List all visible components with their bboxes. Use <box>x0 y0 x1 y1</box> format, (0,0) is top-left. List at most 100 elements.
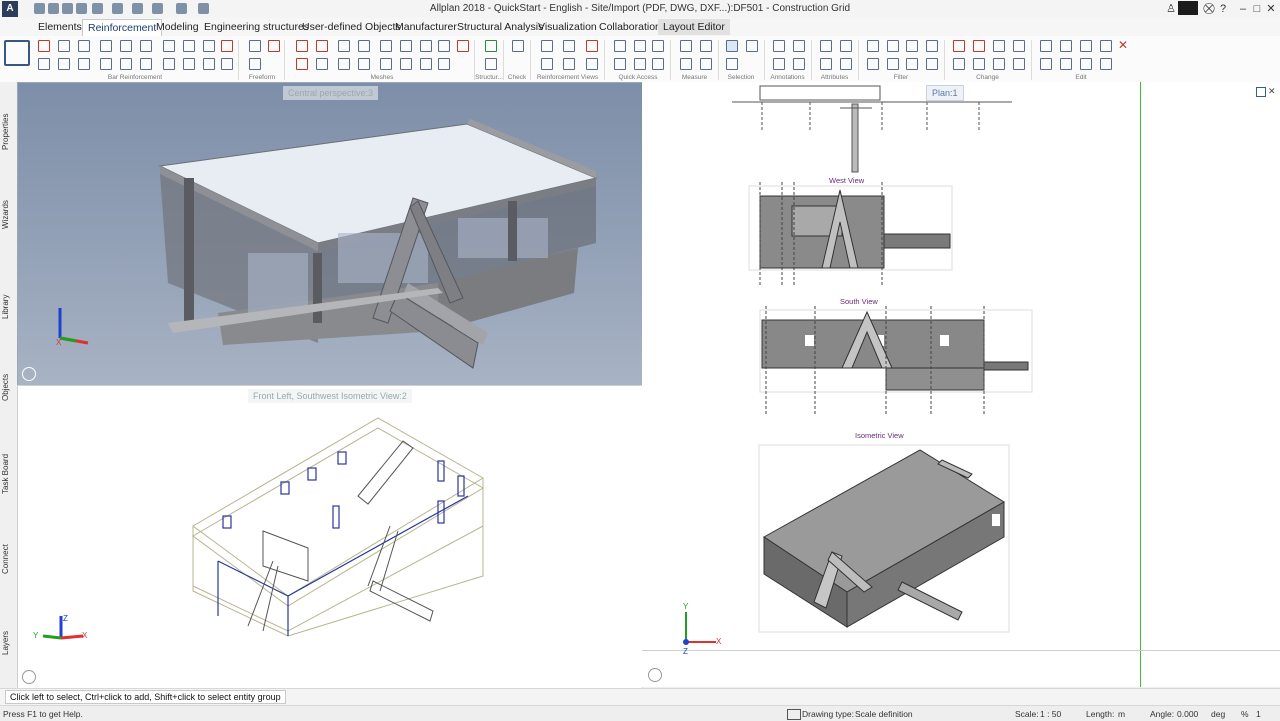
viewport-nav-icon[interactable] <box>22 670 36 684</box>
reinforcement-main-icon[interactable] <box>4 40 30 66</box>
line-icon[interactable] <box>614 40 626 52</box>
bar-row2i-icon[interactable] <box>203 58 215 70</box>
filter-row2b-icon[interactable] <box>887 58 899 70</box>
viewport-central-perspective[interactable]: Central perspective:3 X <box>17 82 643 386</box>
maximize-viewport-icon[interactable] <box>1256 87 1266 97</box>
mesh-row2e-icon[interactable] <box>380 58 392 70</box>
change-row2d-icon[interactable] <box>1013 58 1025 70</box>
measure-icon[interactable] <box>680 40 692 52</box>
tab-modeling[interactable]: Modeling <box>151 19 204 35</box>
change4-icon[interactable] <box>1013 40 1025 52</box>
mesh-row2c-icon[interactable] <box>338 58 350 70</box>
reinf-view-icon[interactable] <box>541 40 553 52</box>
edit-rotate-icon[interactable] <box>1080 40 1092 52</box>
filter2-icon[interactable] <box>887 40 899 52</box>
attribute-row2-icon[interactable] <box>820 58 832 70</box>
reinf-view-row2-icon[interactable] <box>541 58 553 70</box>
edit-copy-icon[interactable] <box>1040 40 1052 52</box>
bar-circle-icon[interactable] <box>203 40 215 52</box>
bar-place-icon[interactable] <box>100 40 112 52</box>
bar-row2g-icon[interactable] <box>163 58 175 70</box>
close-button[interactable]: ✕ <box>1264 2 1278 16</box>
text-icon[interactable] <box>634 40 646 52</box>
filter-row2-icon[interactable] <box>867 58 879 70</box>
filter3-icon[interactable] <box>906 40 918 52</box>
mesh-row2d-icon[interactable] <box>358 58 370 70</box>
change-icon[interactable] <box>953 40 965 52</box>
freeform-shape-icon[interactable] <box>249 40 261 52</box>
change-row2c-icon[interactable] <box>993 58 1005 70</box>
mesh-row2h-icon[interactable] <box>438 58 450 70</box>
bar-row2f-icon[interactable] <box>140 58 152 70</box>
freeform-place-icon[interactable] <box>268 40 280 52</box>
mesh-place-icon[interactable] <box>380 40 392 52</box>
change-row2b-icon[interactable] <box>973 58 985 70</box>
fill-icon[interactable] <box>634 58 646 70</box>
length-value[interactable]: m <box>1118 709 1125 719</box>
viewport-plan[interactable]: Plan:1 ✕ West View South View Isometric … <box>642 82 1280 687</box>
bar-shape-icon[interactable] <box>38 40 50 52</box>
edit-move-icon[interactable] <box>1060 40 1072 52</box>
bar-link-icon[interactable] <box>163 40 175 52</box>
bar-row2b-icon[interactable] <box>58 58 70 70</box>
mesh-row2f-icon[interactable] <box>400 58 412 70</box>
minimize-button[interactable]: – <box>1236 2 1250 16</box>
edit-mirror-icon[interactable] <box>1100 40 1112 52</box>
hatch-icon[interactable] <box>652 58 664 70</box>
dimension-icon[interactable] <box>652 40 664 52</box>
filter4-icon[interactable] <box>926 40 938 52</box>
reinf-view2-icon[interactable] <box>563 40 575 52</box>
annotation-icon[interactable] <box>773 40 785 52</box>
freeform-row2-icon[interactable] <box>249 58 261 70</box>
change3-icon[interactable] <box>993 40 1005 52</box>
dock-tab-objects[interactable]: Objects <box>1 362 16 412</box>
bar-line-icon[interactable] <box>78 40 90 52</box>
bar-row2-icon[interactable] <box>38 58 50 70</box>
tab-elements[interactable]: Elements <box>33 19 87 35</box>
bar-row2h-icon[interactable] <box>183 58 195 70</box>
filter-row2c-icon[interactable] <box>906 58 918 70</box>
change-row2-icon[interactable] <box>953 58 965 70</box>
scale-value[interactable]: 1 : 50 <box>1040 709 1061 719</box>
mesh-circle-icon[interactable] <box>438 40 450 52</box>
label-icon[interactable] <box>773 58 785 70</box>
measure-row2b-icon[interactable] <box>700 58 712 70</box>
help-icon[interactable]: ? <box>1216 2 1230 16</box>
filter-icon[interactable] <box>867 40 879 52</box>
attribute-row2b-icon[interactable] <box>840 58 852 70</box>
mesh-icon[interactable] <box>296 40 308 52</box>
mesh-row2b-icon[interactable] <box>316 58 328 70</box>
mesh-area-icon[interactable] <box>358 40 370 52</box>
delete-icon[interactable]: ✕ <box>1118 39 1128 51</box>
mesh-span-icon[interactable] <box>338 40 350 52</box>
rectangle-icon[interactable] <box>614 58 626 70</box>
maximize-button[interactable]: □ <box>1250 2 1264 16</box>
attribute-icon[interactable] <box>820 40 832 52</box>
tab-visualization[interactable]: Visualization <box>533 19 602 35</box>
account-badge[interactable] <box>1178 1 1198 15</box>
bar-area-icon[interactable] <box>140 40 152 52</box>
structure-icon[interactable] <box>485 40 497 52</box>
bar-delete-icon[interactable] <box>221 40 233 52</box>
dock-tab-layers[interactable]: Layers <box>1 618 16 668</box>
viewport-nav-icon[interactable] <box>22 367 36 381</box>
percent-value[interactable]: 1 <box>1256 709 1261 719</box>
select-row2-icon[interactable] <box>726 58 738 70</box>
mesh-row2-icon[interactable] <box>296 58 308 70</box>
viewport-nav-icon[interactable] <box>648 668 662 682</box>
check-icon[interactable] <box>512 40 524 52</box>
close-viewport-icon[interactable]: ✕ <box>1268 86 1276 97</box>
tab-layout-editor[interactable]: Layout Editor <box>658 19 730 35</box>
user-icon[interactable]: ♙ <box>1164 2 1178 16</box>
annotation2-icon[interactable] <box>793 40 805 52</box>
bar-row2j-icon[interactable] <box>221 58 233 70</box>
mesh-copy-icon[interactable] <box>420 40 432 52</box>
select-icon[interactable] <box>726 40 738 52</box>
attribute2-icon[interactable] <box>840 40 852 52</box>
mesh-row2g-icon[interactable] <box>420 58 432 70</box>
dock-tab-properties[interactable]: Properties <box>1 102 16 162</box>
tab-collaboration[interactable]: Collaboration <box>594 19 666 35</box>
structure-row2-icon[interactable] <box>485 58 497 70</box>
viewport-southwest-isometric[interactable]: Front Left, Southwest Isometric View:2 Z… <box>17 385 643 689</box>
measure-area-icon[interactable] <box>700 40 712 52</box>
